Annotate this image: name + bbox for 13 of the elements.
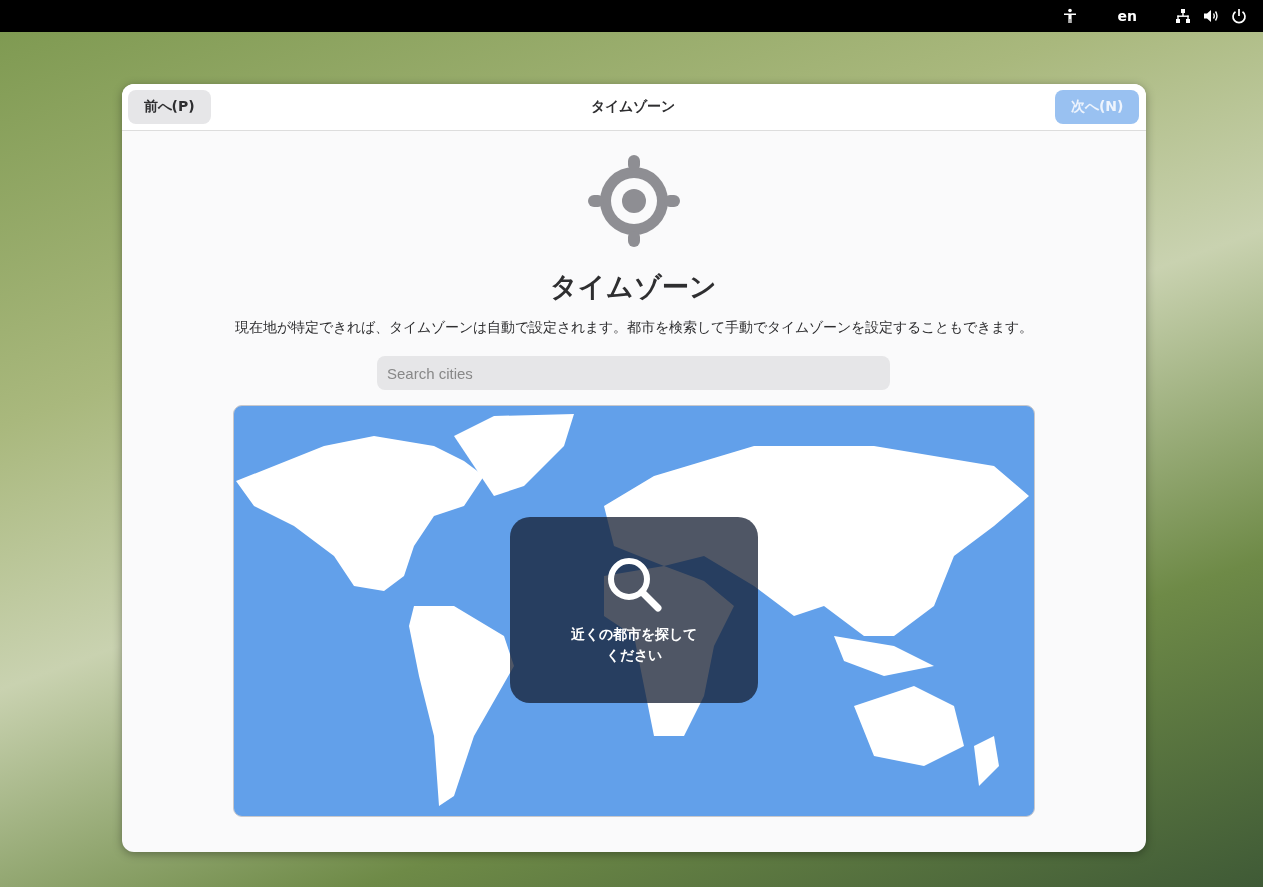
- world-map[interactable]: 近くの都市を探してください: [232, 405, 1035, 817]
- location-target-icon: [585, 153, 682, 249]
- page-heading: タイムゾーン: [550, 270, 717, 304]
- volume-icon[interactable]: [1203, 8, 1219, 24]
- network-icon[interactable]: [1175, 8, 1191, 24]
- language-indicator[interactable]: en: [1117, 8, 1137, 24]
- back-button[interactable]: 前へ(P): [127, 90, 211, 124]
- search-field[interactable]: Search cities: [377, 356, 890, 390]
- accessibility-icon[interactable]: [1061, 8, 1078, 24]
- description-text: 現在地が特定できれば、タイムゾーンは自動で設定されます。都市を検索して手動でタイムゾーンを設定することもできます。: [233, 318, 1034, 337]
- map-hint-text: 近くの都市を探してください: [570, 625, 697, 665]
- dialog-title: タイムゾーン: [590, 98, 675, 116]
- power-icon[interactable]: [1231, 8, 1247, 24]
